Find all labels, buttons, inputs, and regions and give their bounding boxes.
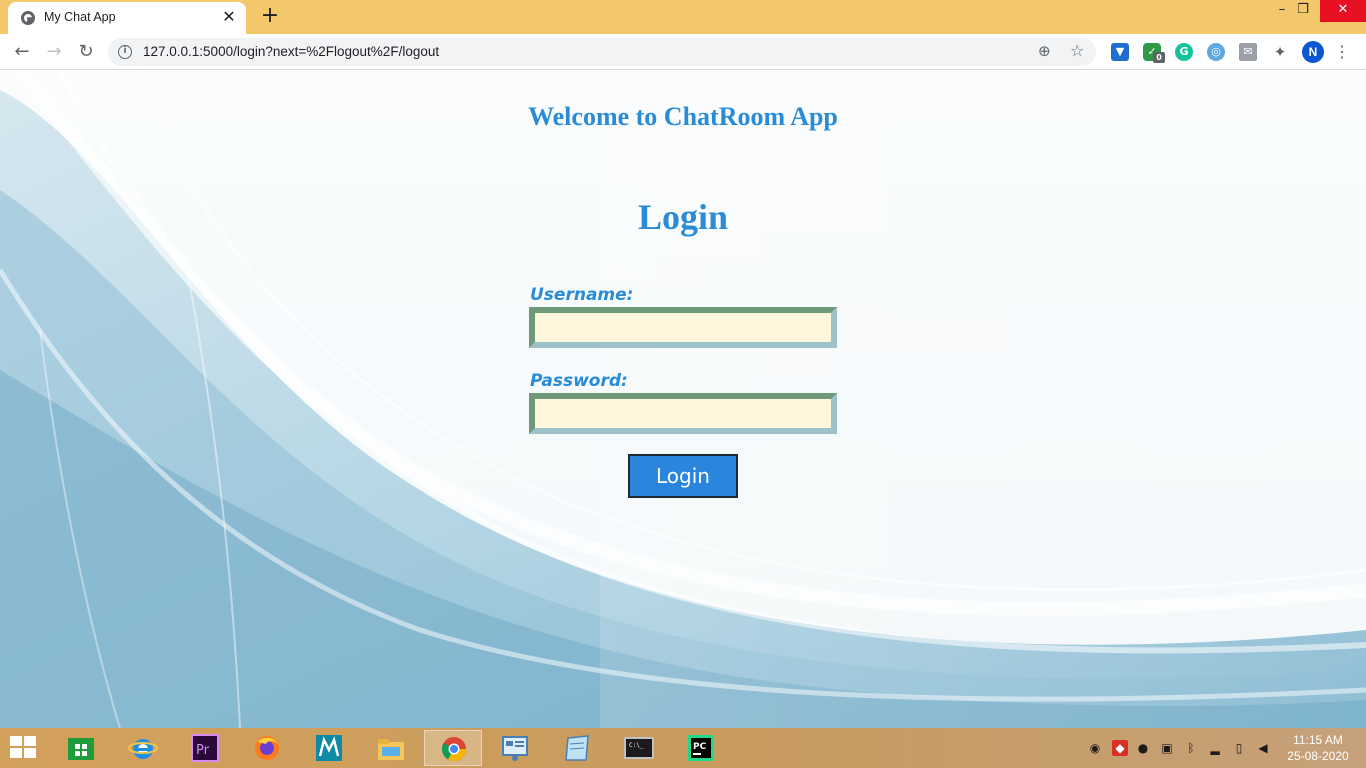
tray-display-icon[interactable]: ▣ xyxy=(1159,740,1175,756)
close-window-button[interactable]: ✕ xyxy=(1320,0,1366,22)
tab-title: My Chat App xyxy=(44,10,116,24)
welcome-heading: Welcome to ChatRoom App xyxy=(528,102,838,131)
username-label: Username: xyxy=(530,285,634,305)
tray-edge-icon[interactable]: ◉ xyxy=(1087,740,1103,756)
system-clock[interactable]: 11:15 AM 25-08-2020 xyxy=(1283,732,1353,764)
globe-icon xyxy=(21,11,35,25)
extensions-puzzle-icon[interactable]: ✦ xyxy=(1271,43,1289,61)
back-button[interactable]: ← xyxy=(10,40,34,64)
page-viewport: Welcome to ChatRoom App Login Username: … xyxy=(0,70,1366,728)
menu-dots-icon[interactable]: ⋮ xyxy=(1334,40,1350,64)
taskbar-file-explorer-icon[interactable] xyxy=(362,730,420,766)
taskbar-store-icon[interactable] xyxy=(52,730,110,766)
svg-text:Pr: Pr xyxy=(196,743,210,758)
extension-badge: 0 xyxy=(1153,52,1165,63)
login-button[interactable]: Login xyxy=(628,454,738,498)
bookmark-star-icon[interactable]: ☆ xyxy=(1070,41,1084,60)
zoom-icon[interactable]: ⊕ xyxy=(1038,42,1051,60)
password-label: Password: xyxy=(530,371,628,391)
taskbar-maya-icon[interactable] xyxy=(300,730,358,766)
wifi-signal-icon[interactable]: ▂ xyxy=(1207,740,1223,756)
forward-button[interactable]: → xyxy=(42,40,66,64)
taskbar-notepad-icon[interactable] xyxy=(548,730,606,766)
url-text[interactable]: 127.0.0.1:5000/login?next=%2Flogout%2F/l… xyxy=(143,44,439,59)
new-tab-button[interactable]: + xyxy=(258,4,282,28)
tray-app-icon[interactable]: ◆ xyxy=(1112,740,1128,756)
svg-text:C:\_: C:\_ xyxy=(629,742,644,749)
vpn-extension-icon[interactable]: ▼ xyxy=(1111,43,1129,61)
tab-close-icon[interactable]: ✕ xyxy=(220,8,238,26)
taskbar-command-prompt-icon[interactable]: C:\_ xyxy=(610,730,668,766)
clock-time: 11:15 AM xyxy=(1293,733,1343,747)
login-heading: Login xyxy=(637,197,729,237)
maximize-button[interactable]: ❐ xyxy=(1286,0,1320,22)
grammarly-extension-icon[interactable]: G xyxy=(1175,43,1193,61)
svg-text:PC: PC xyxy=(693,742,707,752)
taskbar-control-panel-icon[interactable] xyxy=(486,730,544,766)
taskbar-internet-explorer-icon[interactable] xyxy=(114,730,172,766)
bluetooth-icon[interactable]: ᛒ xyxy=(1183,740,1199,756)
taskbar-firefox-icon[interactable] xyxy=(238,730,296,766)
taskbar-premiere-icon[interactable]: Pr xyxy=(176,730,234,766)
password-input[interactable] xyxy=(529,393,837,434)
reload-button[interactable]: ↻ xyxy=(74,40,98,64)
taskbar-pycharm-icon[interactable]: PC xyxy=(672,730,730,766)
edit-extension-icon[interactable]: ◎ xyxy=(1207,43,1225,61)
browser-toolbar: ← → ↻ i 127.0.0.1:5000/login?next=%2Flog… xyxy=(0,34,1366,70)
volume-icon[interactable]: ◀ xyxy=(1255,740,1271,756)
windows-taskbar: Pr C:\_ PC ◉ ◆ ● ▣ ᛒ ▂ ▯ ◀ 11:15 AM 25-0… xyxy=(0,728,1366,768)
browser-tab-strip: My Chat App ✕ + – ❐ ✕ xyxy=(0,0,1366,34)
address-bar[interactable]: i 127.0.0.1:5000/login?next=%2Flogout%2F… xyxy=(108,38,1096,66)
profile-avatar[interactable]: N xyxy=(1302,41,1324,63)
tray-network-status-icon[interactable]: ● xyxy=(1135,740,1151,756)
taskbar-chrome-icon[interactable] xyxy=(424,730,482,766)
windows-start-icon[interactable] xyxy=(10,736,38,760)
mail-extension-icon[interactable]: ✉ xyxy=(1239,43,1257,61)
browser-tab[interactable]: My Chat App ✕ xyxy=(8,2,246,34)
username-input[interactable] xyxy=(529,307,837,348)
clock-date: 25-08-2020 xyxy=(1287,749,1349,763)
battery-icon[interactable]: ▯ xyxy=(1231,740,1247,756)
page-info-icon[interactable]: i xyxy=(118,45,132,59)
shield-extension-icon[interactable]: ✓ 0 xyxy=(1143,43,1165,63)
